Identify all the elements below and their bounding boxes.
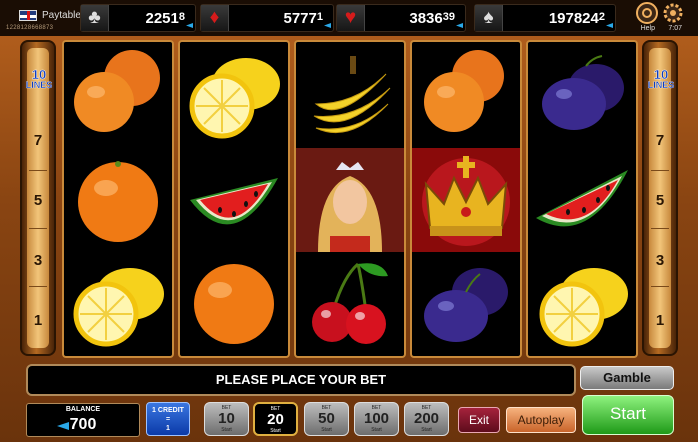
bet-50-button[interactable]: BET 50 Start: [304, 402, 349, 436]
watermelon-symbol: [180, 148, 288, 252]
arrow-icon: [324, 23, 331, 28]
help-icon[interactable]: [636, 2, 658, 24]
line-number: 7: [33, 132, 43, 149]
jackpot-spades: ♠ 1978242: [474, 4, 616, 32]
clubs-icon: ♣: [81, 5, 109, 31]
jackpot-diamonds: ♦ 57771: [200, 4, 334, 32]
lines-badge: 10 LINES: [25, 67, 53, 90]
line-number: 1: [33, 312, 43, 329]
bet-200-button[interactable]: BET 200 Start: [404, 402, 449, 436]
gamble-button[interactable]: Gamble: [580, 366, 674, 390]
balance-value: 700: [69, 416, 97, 433]
reel-1: [62, 40, 174, 358]
line-number: 7: [655, 132, 665, 149]
jackpot-value: 22518: [145, 10, 186, 27]
arrow-icon: [606, 23, 613, 28]
spades-icon: ♠: [475, 5, 503, 31]
plum-symbol: [528, 44, 636, 148]
bet-10-button[interactable]: BET 10 Start: [204, 402, 249, 436]
gear-icon[interactable]: [662, 2, 684, 24]
lines-column-left: 10 LINES 7 5 3 1: [20, 40, 56, 356]
jackpot-value: 57771: [283, 10, 324, 27]
jackpot-value: 1978242: [548, 10, 605, 27]
line-number: 1: [655, 312, 665, 329]
diamonds-icon: ♦: [201, 5, 229, 31]
paytable-link[interactable]: Paytable: [42, 10, 81, 21]
princess-symbol: [296, 148, 404, 252]
top-bar: Paytable 1228128668873 ♣ 22518 ♦ 57771 ♥…: [0, 0, 698, 36]
line-number: 5: [33, 192, 43, 209]
jackpot-hearts: ♥ 383639: [336, 4, 466, 32]
orange-symbol: [64, 148, 172, 252]
autoplay-button[interactable]: Autoplay: [506, 407, 576, 433]
game-frame: Paytable 1228128668873 ♣ 22518 ♦ 57771 ♥…: [0, 0, 698, 442]
credit-denomination-button[interactable]: 1 CREDIT = 1: [146, 402, 190, 436]
balance-display: BALANCE 700: [26, 403, 140, 437]
plum-symbol: [412, 252, 520, 356]
start-button[interactable]: Start: [582, 395, 674, 435]
lemon-symbol: [180, 44, 288, 148]
clock: 7:07: [668, 25, 682, 32]
jackpot-clubs: ♣ 22518: [80, 4, 196, 32]
watermelon-symbol: [528, 148, 636, 252]
orange-symbol: [64, 44, 172, 148]
banana-symbol: [296, 44, 404, 148]
crown-symbol: [412, 148, 520, 252]
hearts-icon: ♥: [337, 5, 365, 31]
lines-badge: 10 LINES: [647, 67, 675, 90]
bet-20-button[interactable]: BET 20 Start: [253, 402, 298, 436]
ticket-id: 1228128668873: [6, 25, 54, 31]
arrow-icon: [186, 23, 193, 28]
reel-2: [178, 40, 290, 358]
orange-symbol: [412, 44, 520, 148]
arrow-icon: [456, 23, 463, 28]
reels-area: [62, 40, 638, 358]
balance-label: BALANCE: [65, 406, 101, 413]
line-number: 3: [655, 252, 665, 269]
jackpot-value: 383639: [409, 10, 455, 27]
lemon-symbol: [64, 252, 172, 356]
orange-symbol: [180, 252, 288, 356]
reel-3: [294, 40, 406, 358]
bet-100-button[interactable]: BET 100 Start: [354, 402, 399, 436]
lines-column-right: 10 LINES 7 5 3 1: [642, 40, 678, 356]
cherry-symbol: [296, 252, 404, 356]
lemon-symbol: [528, 252, 636, 356]
reel-5: [526, 40, 638, 358]
exit-button[interactable]: Exit: [458, 407, 500, 433]
message-bar: PLEASE PLACE YOUR BET: [26, 364, 576, 396]
reel-4: [410, 40, 522, 358]
line-number: 3: [33, 252, 43, 269]
language-flag-icon[interactable]: [19, 10, 37, 21]
help-label: Help: [640, 25, 655, 32]
line-number: 5: [655, 192, 665, 209]
